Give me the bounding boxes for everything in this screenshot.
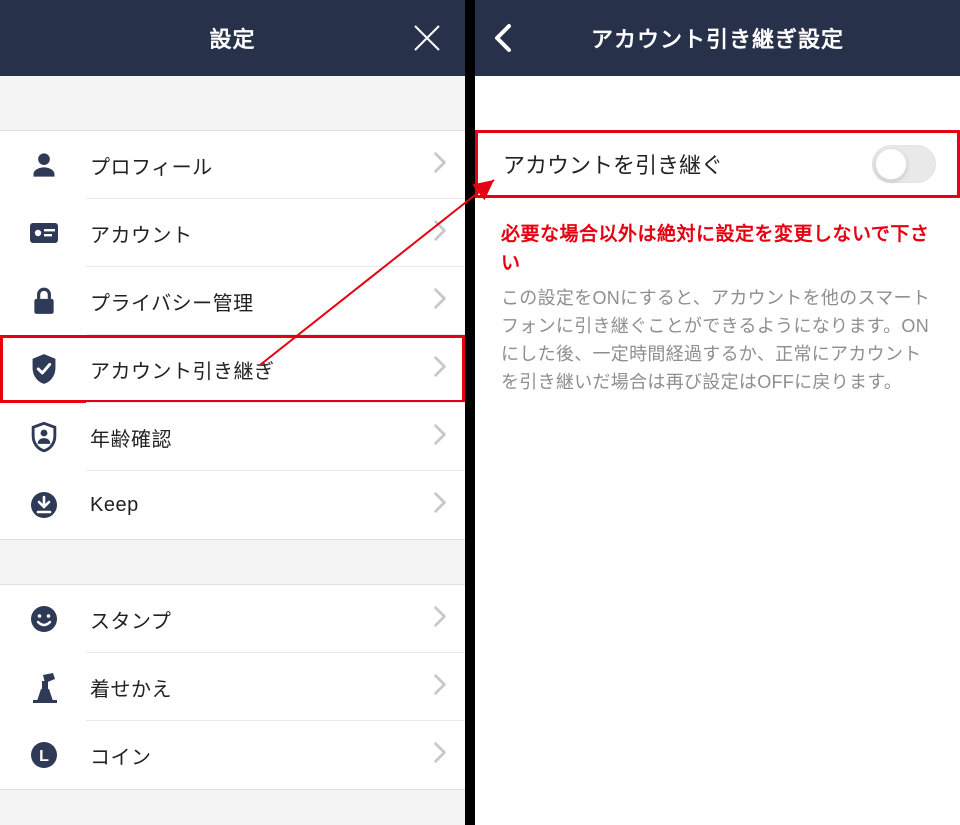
- age-icon: [24, 417, 64, 457]
- transfer-icon: [24, 349, 64, 389]
- stamp-icon: [24, 599, 64, 639]
- back-button[interactable]: [489, 22, 521, 54]
- settings-group-customize: スタンプ着せかえ L コイン: [0, 584, 465, 790]
- transfer-toggle[interactable]: [872, 145, 936, 183]
- transfer-toggle-row[interactable]: アカウントを引き継ぐ: [475, 130, 960, 198]
- section-gap: [0, 76, 465, 130]
- settings-row-transfer[interactable]: アカウント引き継ぎ: [0, 335, 465, 403]
- settings-pane: 設定 プロフィールアカウントプライバシー管理アカウント引き継ぎ年齢確認Keep …: [0, 0, 465, 825]
- transfer-toggle-label: アカウントを引き継ぐ: [503, 148, 723, 180]
- close-button[interactable]: [411, 22, 443, 54]
- transfer-settings-pane: アカウント引き継ぎ設定 アカウントを引き継ぐ 必要な場合以外は絶対に設定を変更し…: [475, 0, 960, 825]
- settings-row-stamp[interactable]: スタンプ: [0, 585, 465, 653]
- settings-row-age[interactable]: 年齢確認: [0, 403, 465, 471]
- profile-icon: [24, 145, 64, 185]
- settings-row-label: アカウント: [90, 219, 193, 248]
- toggle-knob: [875, 148, 907, 180]
- section-gap: [0, 540, 465, 584]
- transfer-note: 必要な場合以外は絶対に設定を変更しないで下さい この設定をONにすると、アカウン…: [475, 198, 960, 396]
- chevron-right-icon: [433, 674, 447, 701]
- svg-text:L: L: [39, 748, 49, 765]
- settings-row-label: アカウント引き継ぎ: [90, 355, 275, 384]
- theme-icon: [24, 667, 64, 707]
- transfer-header: アカウント引き継ぎ設定: [475, 0, 960, 76]
- coin-icon: L: [24, 735, 64, 775]
- settings-title: 設定: [209, 22, 255, 54]
- settings-header: 設定: [0, 0, 465, 76]
- transfer-description: この設定をONにすると、アカウントを他のスマートフォンに引き継ぐことができるよう…: [501, 285, 934, 397]
- privacy-icon: [24, 281, 64, 321]
- settings-row-label: 着せかえ: [90, 673, 172, 702]
- chevron-right-icon: [433, 424, 447, 451]
- back-icon: [489, 22, 521, 54]
- transfer-warning: 必要な場合以外は絶対に設定を変更しないで下さい: [501, 220, 934, 279]
- settings-row-profile[interactable]: プロフィール: [0, 131, 465, 199]
- keep-icon: [24, 485, 64, 525]
- settings-row-label: Keep: [90, 494, 139, 517]
- settings-row-label: プロフィール: [90, 151, 213, 180]
- settings-row-theme[interactable]: 着せかえ: [0, 653, 465, 721]
- transfer-title: アカウント引き継ぎ設定: [591, 22, 844, 54]
- pane-divider: [465, 0, 475, 825]
- chevron-right-icon: [433, 152, 447, 179]
- account-icon: [24, 213, 64, 253]
- chevron-right-icon: [433, 288, 447, 315]
- chevron-right-icon: [433, 356, 447, 383]
- settings-row-label: 年齢確認: [90, 423, 172, 452]
- section-gap: [475, 76, 960, 130]
- settings-row-coin[interactable]: L コイン: [0, 721, 465, 789]
- settings-row-label: プライバシー管理: [90, 287, 254, 316]
- settings-row-privacy[interactable]: プライバシー管理: [0, 267, 465, 335]
- settings-row-account[interactable]: アカウント: [0, 199, 465, 267]
- close-icon: [411, 22, 443, 54]
- settings-group-account: プロフィールアカウントプライバシー管理アカウント引き継ぎ年齢確認 Keep: [0, 130, 465, 540]
- chevron-right-icon: [433, 492, 447, 519]
- settings-row-label: コイン: [90, 741, 152, 770]
- chevron-right-icon: [433, 220, 447, 247]
- chevron-right-icon: [433, 742, 447, 769]
- settings-row-keep[interactable]: Keep: [0, 471, 465, 539]
- settings-row-label: スタンプ: [90, 605, 171, 634]
- chevron-right-icon: [433, 606, 447, 633]
